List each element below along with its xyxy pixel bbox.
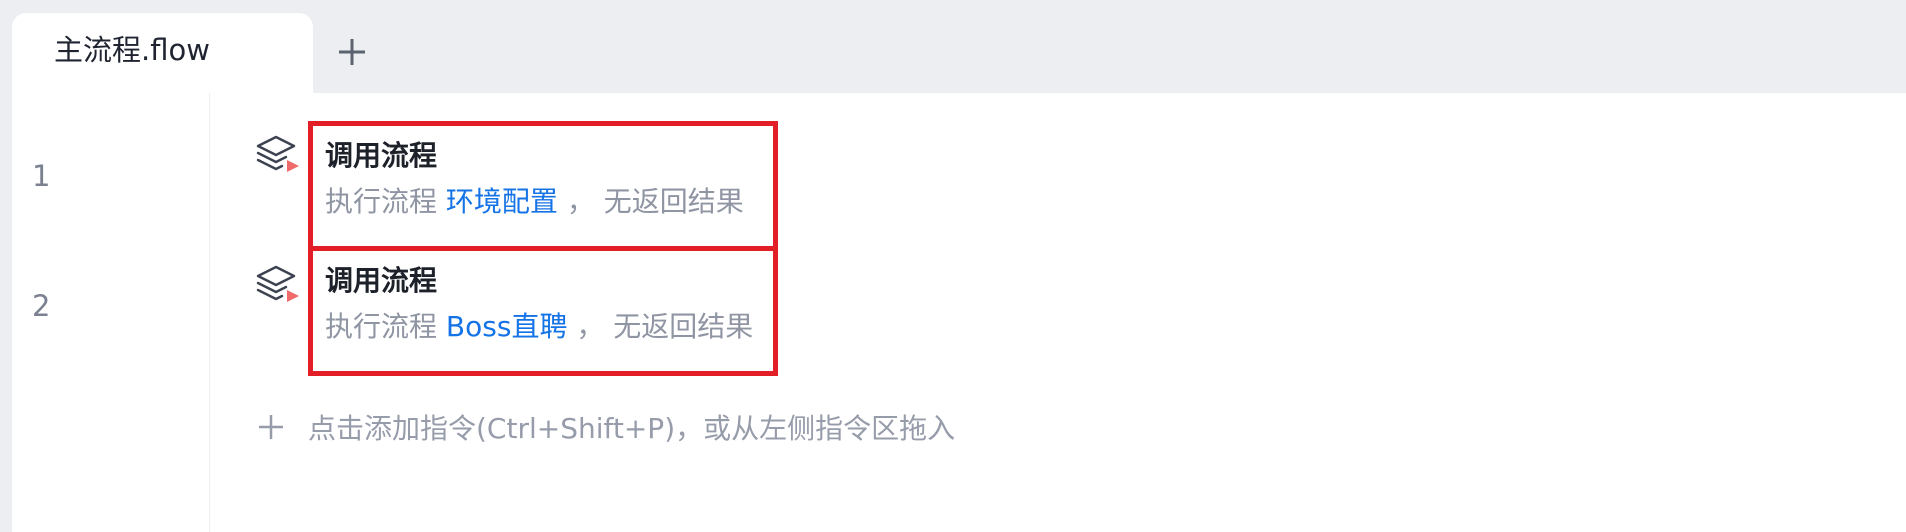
tab-main-flow[interactable]: 主流程.flow xyxy=(12,13,313,97)
add-command-label: 点击添加指令(Ctrl+Shift+P)，或从左侧指令区拖入 xyxy=(308,412,956,445)
line-number: 1 xyxy=(32,159,51,193)
tab-label: 主流程.flow xyxy=(54,33,210,67)
step-title: 调用流程 xyxy=(325,139,438,172)
step-description: 执行流程 Boss直聘 ， 无返回结果 xyxy=(325,305,763,349)
flow-name-link[interactable]: 环境配置 xyxy=(446,185,558,218)
desc-suffix: ， 无返回结果 xyxy=(576,310,754,343)
flow-name-link[interactable]: Boss直聘 xyxy=(446,310,568,343)
add-tab-button[interactable] xyxy=(330,27,374,77)
add-command-button[interactable]: 点击添加指令(Ctrl+Shift+P)，或从左侧指令区拖入 xyxy=(256,407,955,447)
flow-editor: 1 2 调用流程 执行流程 环境配置 ， 无返回结果 调用流程 执行流程 Bos… xyxy=(12,93,1906,532)
desc-prefix: 执行流程 xyxy=(325,185,438,218)
subflow-layers-icon xyxy=(256,135,299,172)
desc-suffix: ， 无返回结果 xyxy=(566,185,744,218)
desc-prefix: 执行流程 xyxy=(325,310,438,343)
step-call-flow[interactable]: 调用流程 执行流程 环境配置 ， 无返回结果 xyxy=(308,121,778,251)
tab-bar: 主流程.flow xyxy=(0,0,1906,97)
subflow-layers-icon xyxy=(256,265,299,302)
step-call-flow[interactable]: 调用流程 执行流程 Boss直聘 ， 无返回结果 xyxy=(308,246,778,376)
plus-icon xyxy=(256,412,286,442)
plus-icon xyxy=(339,39,365,65)
flow-editor-app: 主流程.flow 1 2 调用流程 执行流程 环境配置 ， 无返回结果 调用流程… xyxy=(0,0,1906,532)
line-gutter: 1 2 xyxy=(12,93,210,532)
step-title: 调用流程 xyxy=(325,264,438,297)
line-number: 2 xyxy=(32,289,51,323)
step-description: 执行流程 环境配置 ， 无返回结果 xyxy=(325,180,763,224)
